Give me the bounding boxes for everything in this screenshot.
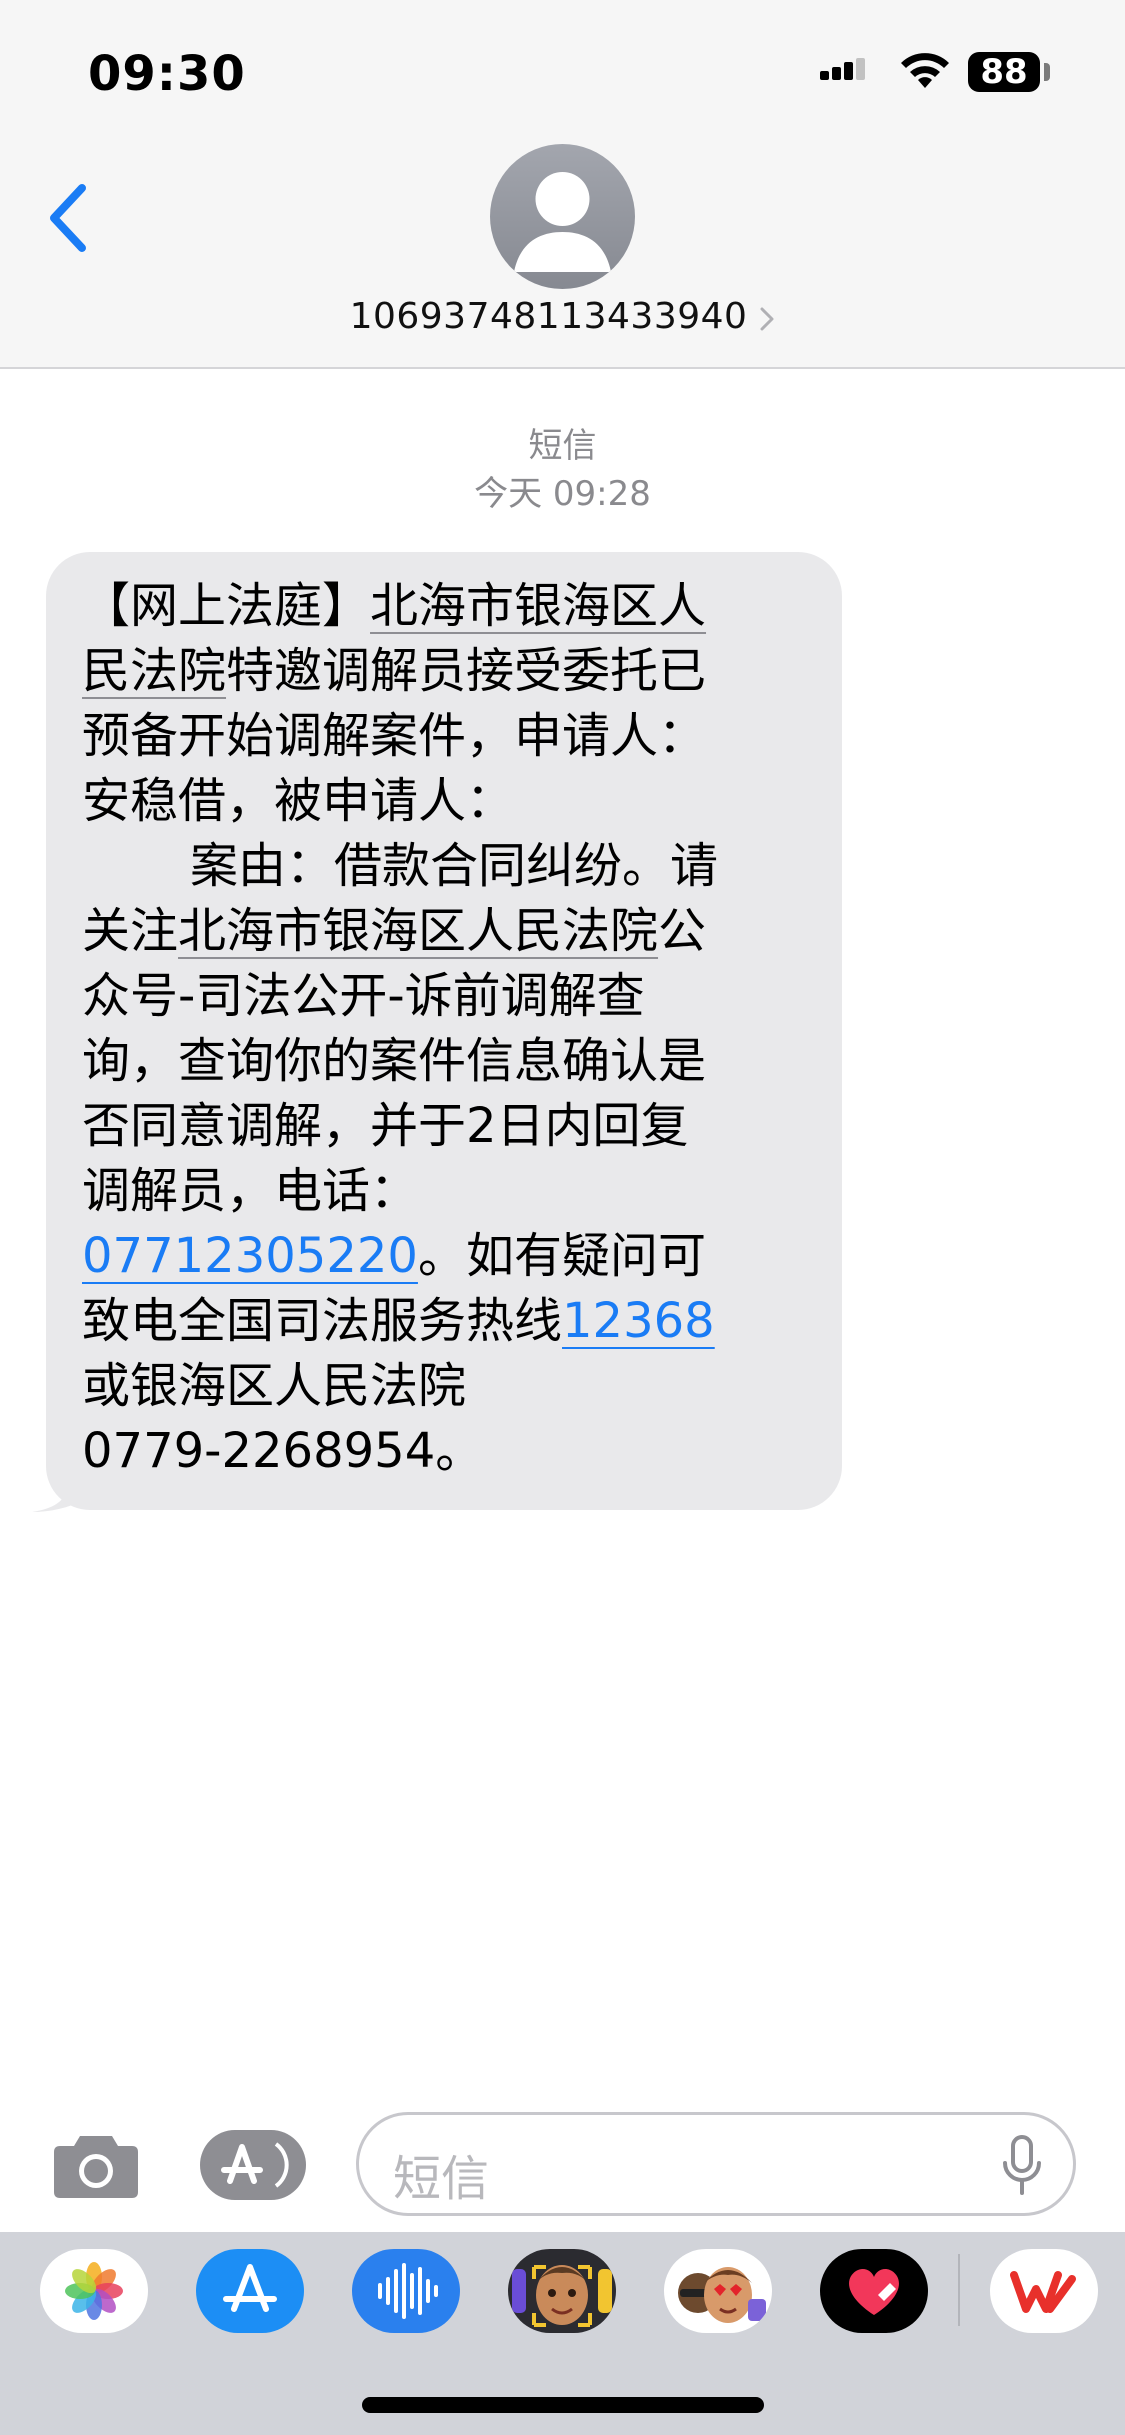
memoji-stickers-app-icon[interactable] <box>664 2249 772 2333</box>
status-time: 09:30 <box>88 46 246 102</box>
message-service-label: 短信 <box>528 426 597 466</box>
message-line: 调解员，电话： <box>82 1163 419 1219</box>
memoji-app-icon[interactable] <box>508 2249 616 2333</box>
court-account-link[interactable]: 北海市银海区人民法院 <box>178 903 658 959</box>
photos-app-icon[interactable] <box>40 2249 148 2333</box>
message-timestamp: 今天 09:28 <box>474 474 651 514</box>
wps-app-icon[interactable] <box>990 2249 1098 2333</box>
court-name-link-cont[interactable]: 民法院 <box>82 643 226 699</box>
camera-icon[interactable] <box>52 2132 140 2200</box>
person-icon <box>514 172 611 272</box>
hotline-link[interactable]: 12368 <box>562 1293 715 1349</box>
message-line: 民法院特邀调解员接受委托已 <box>82 643 707 699</box>
home-indicator[interactable] <box>362 2397 764 2413</box>
app-store-icon[interactable] <box>200 2130 306 2200</box>
message-line: 或银海区人民法院 <box>82 1358 467 1414</box>
cellular-signal-icon <box>820 58 866 80</box>
wifi-icon <box>901 53 949 88</box>
message-line: 0779-2268954。 <box>82 1423 484 1479</box>
digital-touch-app-icon[interactable] <box>820 2249 928 2333</box>
message-line: 众号-司法公开-诉前调解查 <box>82 968 645 1024</box>
message-line: 关注北海市银海区人民法院公 <box>82 903 707 959</box>
message-line: 案由：借款合同纠纷。请 <box>190 838 719 894</box>
contact-info-button[interactable]: 10693748113433940 <box>0 296 1125 337</box>
app-tray-divider <box>958 2254 960 2326</box>
conversation-header: 09:30 88 10693748113433940 <box>0 0 1125 369</box>
court-name-link[interactable]: 北海市银海区人 <box>370 578 706 634</box>
messages-screen: 09:30 88 10693748113433940 短信 今天 09:28 【… <box>0 0 1125 2435</box>
message-line: 致电全国司法服务热线12368 <box>82 1293 715 1349</box>
chevron-right-icon <box>760 307 774 330</box>
message-line: 询，查询你的案件信息确认是 <box>82 1033 707 1089</box>
message-line: 否同意调解，并于2日内回复 <box>82 1098 689 1154</box>
message-input-placeholder: 短信 <box>393 2151 490 2207</box>
battery-indicator: 88 <box>968 52 1040 92</box>
microphone-icon[interactable] <box>1001 2135 1043 2197</box>
battery-nub <box>1044 63 1050 81</box>
message-line: 预备开始调解案件，申请人： <box>82 708 707 764</box>
app-store-app-icon[interactable] <box>196 2249 304 2333</box>
message-line: 安稳借，被申请人： <box>82 773 515 829</box>
message-bubble[interactable]: 【网上法庭】北海市银海区人 民法院特邀调解员接受委托已 预备开始调解案件，申请人… <box>46 552 842 1510</box>
phone-link[interactable]: 07712305220 <box>82 1228 418 1284</box>
contact-avatar[interactable] <box>490 144 635 289</box>
contact-number: 10693748113433940 <box>349 296 748 337</box>
message-line: 【网上法庭】北海市银海区人 <box>82 578 707 634</box>
message-input[interactable]: 短信 <box>356 2112 1076 2216</box>
back-chevron-icon[interactable] <box>44 180 94 256</box>
message-line: 07712305220。如有疑问可 <box>82 1228 706 1284</box>
audio-message-app-icon[interactable] <box>352 2249 460 2333</box>
